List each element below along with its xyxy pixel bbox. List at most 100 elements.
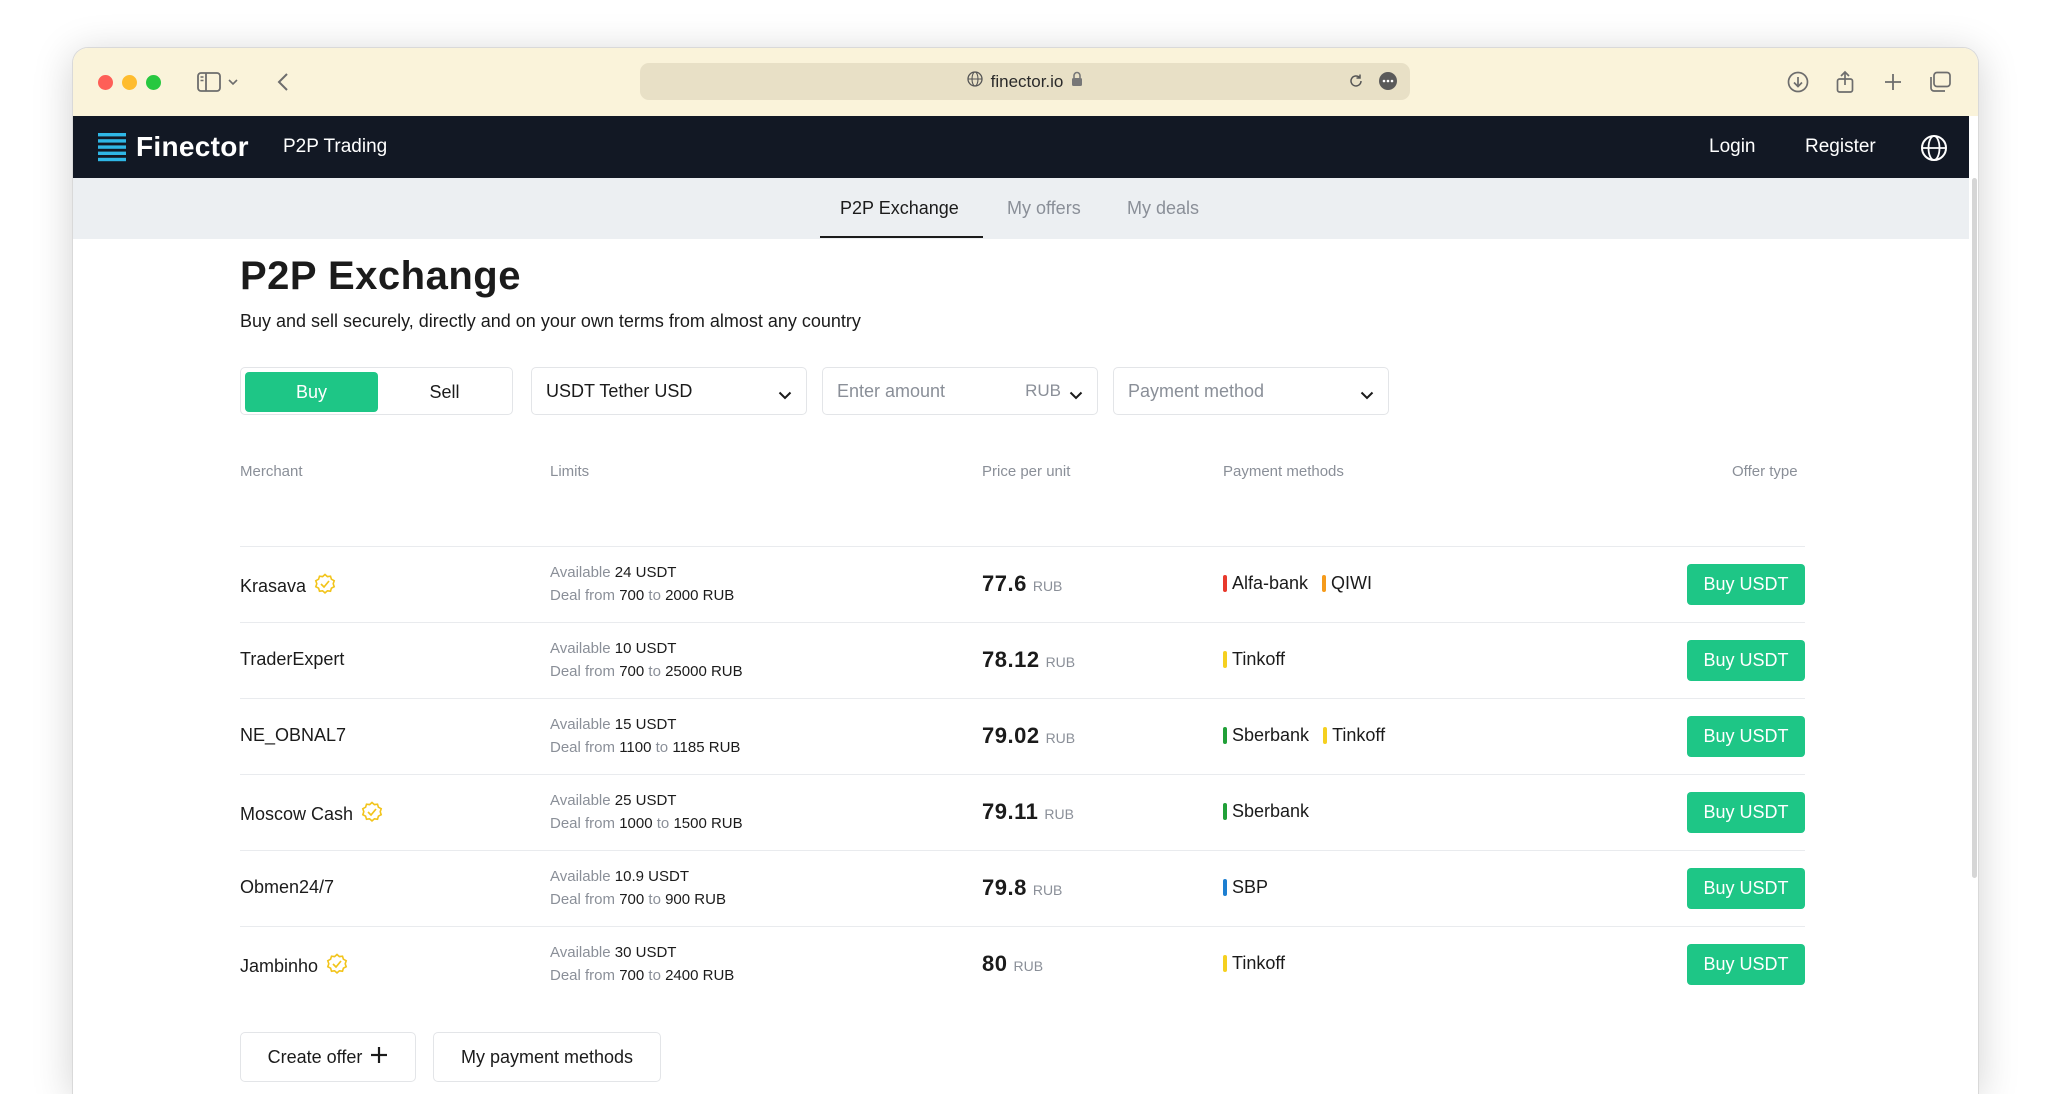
deal-limits: Deal from 700 to 2000 RUB bbox=[550, 584, 734, 607]
header-price: Price per unit bbox=[982, 463, 1071, 480]
scrollbar-thumb[interactable] bbox=[1972, 178, 1977, 878]
create-offer-button[interactable]: Create offer bbox=[240, 1032, 416, 1082]
sell-tab-button[interactable]: Sell bbox=[378, 372, 511, 412]
brand-name[interactable]: Finector bbox=[136, 131, 249, 163]
buy-usdt-button[interactable]: Buy USDT bbox=[1687, 868, 1805, 909]
deal-limits: Deal from 1100 to 1185 RUB bbox=[550, 736, 740, 759]
login-link[interactable]: Login bbox=[1709, 136, 1756, 158]
buy-usdt-button[interactable]: Buy USDT bbox=[1687, 716, 1805, 757]
payment-method-placeholder: Payment method bbox=[1128, 380, 1265, 401]
reload-icon[interactable] bbox=[1348, 73, 1364, 94]
merchant-name[interactable]: Moscow Cash bbox=[240, 801, 383, 828]
deal-max: 2000 RUB bbox=[665, 587, 735, 604]
buy-usdt-button[interactable]: Buy USDT bbox=[1687, 564, 1805, 605]
payment-methods: Tinkoff bbox=[1223, 649, 1285, 670]
price-per-unit: 78.12 RUB bbox=[982, 647, 1075, 673]
payment-method-name: Tinkoff bbox=[1332, 725, 1386, 745]
merchant-label: Jambinho bbox=[240, 956, 319, 976]
payment-method-name: Tinkoff bbox=[1232, 649, 1286, 669]
share-icon[interactable] bbox=[1831, 68, 1859, 96]
language-globe-icon[interactable] bbox=[1920, 134, 1948, 167]
buy-usdt-button[interactable]: Buy USDT bbox=[1687, 640, 1805, 681]
payment-method-name: Alfa-bank bbox=[1232, 573, 1309, 593]
deal-min: 700 bbox=[619, 663, 645, 680]
price-value: 79.11 bbox=[982, 799, 1039, 824]
merchant-label: NE_OBNAL7 bbox=[240, 725, 347, 745]
payment-method-tag: Sberbank bbox=[1223, 725, 1309, 746]
address-bar[interactable]: finector.io bbox=[640, 63, 1410, 100]
merchant-label: Obmen24/7 bbox=[240, 877, 335, 897]
deal-max: 2400 RUB bbox=[665, 967, 735, 984]
header-merchant: Merchant bbox=[240, 463, 303, 480]
minimize-window-button[interactable] bbox=[122, 75, 137, 90]
merchant-name[interactable]: NE_OBNAL7 bbox=[240, 725, 346, 746]
payment-color-bar bbox=[1223, 955, 1227, 972]
my-payment-methods-label: My payment methods bbox=[460, 1046, 634, 1067]
brand-logo-icon[interactable] bbox=[98, 132, 126, 169]
deal-from-label: Deal from bbox=[550, 815, 616, 832]
deal-from-label: Deal from bbox=[550, 587, 616, 604]
tab-overview-icon[interactable] bbox=[1926, 68, 1954, 96]
tab-my-offers[interactable]: My offers bbox=[1007, 198, 1081, 219]
chevron-down-icon[interactable] bbox=[1069, 384, 1083, 405]
price-currency: RUB bbox=[1032, 882, 1063, 898]
currency-select[interactable]: RUB bbox=[1025, 381, 1061, 401]
address-url: finector.io bbox=[990, 71, 1064, 91]
active-tab-indicator bbox=[820, 236, 983, 238]
page-subtitle: Buy and sell securely, directly and on y… bbox=[240, 311, 861, 331]
my-payment-methods-button[interactable]: My payment methods bbox=[433, 1032, 661, 1082]
payment-method-tag: Alfa-bank bbox=[1223, 573, 1308, 594]
payment-method-name: QIWI bbox=[1331, 573, 1373, 593]
nav-p2p-trading[interactable]: P2P Trading bbox=[283, 136, 387, 158]
chevron-down-icon[interactable] bbox=[225, 68, 241, 96]
zoom-window-button[interactable] bbox=[146, 75, 161, 90]
buy-tab-button[interactable]: Buy bbox=[245, 372, 378, 412]
available-amount: Available 24 USDT bbox=[550, 561, 676, 584]
price-per-unit: 77.6 RUB bbox=[982, 571, 1062, 597]
close-window-button[interactable] bbox=[98, 75, 113, 90]
available-label: Available bbox=[550, 792, 611, 809]
price-value: 79.8 bbox=[982, 875, 1027, 900]
download-icon[interactable] bbox=[1784, 68, 1812, 96]
deal-to-label: to bbox=[648, 663, 661, 680]
more-options-icon[interactable] bbox=[1378, 71, 1398, 96]
merchant-label: TraderExpert bbox=[240, 649, 345, 669]
merchant-label: Moscow Cash bbox=[240, 804, 354, 824]
payment-color-bar bbox=[1223, 727, 1227, 744]
deal-from-label: Deal from bbox=[550, 739, 616, 756]
amount-input[interactable]: Enter amount RUB bbox=[822, 367, 1098, 415]
page-scrollbar[interactable] bbox=[1969, 178, 1978, 878]
payment-color-bar bbox=[1322, 575, 1327, 592]
buy-usdt-button[interactable]: Buy USDT bbox=[1687, 792, 1805, 833]
new-tab-icon[interactable] bbox=[1879, 68, 1907, 96]
merchant-name[interactable]: Obmen24/7 bbox=[240, 877, 334, 898]
coin-select[interactable]: USDT Tether USD bbox=[531, 367, 807, 415]
browser-window: finector.io Finector P2P Trading Login R… bbox=[72, 47, 1979, 1094]
payment-method-tag: Sberbank bbox=[1223, 801, 1309, 822]
available-value: 15 USDT bbox=[614, 716, 677, 733]
tab-p2p-exchange[interactable]: P2P Exchange bbox=[840, 198, 959, 219]
buy-usdt-button[interactable]: Buy USDT bbox=[1687, 944, 1805, 985]
merchant-name[interactable]: Jambinho bbox=[240, 953, 348, 980]
payment-method-select[interactable]: Payment method bbox=[1113, 367, 1389, 415]
payment-color-bar bbox=[1223, 879, 1227, 896]
merchant-name[interactable]: TraderExpert bbox=[240, 649, 344, 670]
deal-to-label: to bbox=[655, 739, 669, 756]
merchant-name[interactable]: Krasava bbox=[240, 573, 336, 600]
plus-icon bbox=[370, 1046, 388, 1069]
sidebar-toggle-icon[interactable] bbox=[195, 68, 223, 96]
page-title: P2P Exchange bbox=[240, 254, 521, 298]
register-link[interactable]: Register bbox=[1805, 136, 1876, 158]
price-per-unit: 79.11 RUB bbox=[982, 799, 1074, 825]
payment-method-tag: QIWI bbox=[1322, 573, 1372, 594]
deal-min: 1000 bbox=[619, 815, 653, 832]
back-icon[interactable] bbox=[269, 68, 297, 96]
payment-methods: SBP bbox=[1223, 877, 1268, 898]
deal-min: 1100 bbox=[619, 739, 652, 756]
tab-my-deals[interactable]: My deals bbox=[1127, 198, 1199, 219]
payment-method-tag: Tinkoff bbox=[1223, 953, 1285, 974]
payment-color-bar bbox=[1223, 651, 1227, 668]
price-value: 80 bbox=[982, 951, 1008, 976]
price-currency: RUB bbox=[1013, 958, 1044, 974]
available-label: Available bbox=[550, 640, 611, 657]
